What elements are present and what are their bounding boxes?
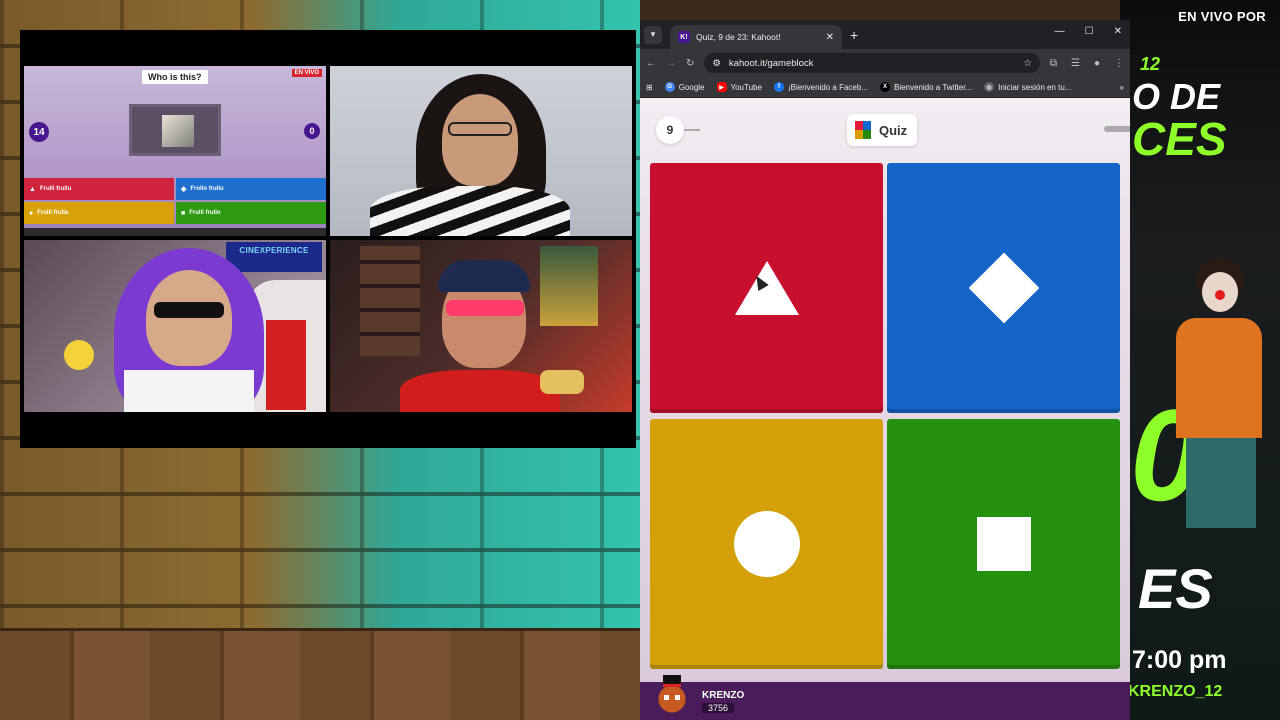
circle-icon	[733, 511, 800, 577]
bookmark-youtube[interactable]: ▶ YouTube	[716, 82, 762, 92]
triangle-icon	[734, 261, 799, 315]
answer-button-square[interactable]	[887, 419, 1120, 669]
tab-search-button[interactable]: ▾	[644, 25, 662, 44]
question-counter: 9	[656, 116, 684, 144]
bookmark-facebook[interactable]: f ¡Bienvenido a Faceb...	[773, 82, 868, 92]
maximize-button[interactable]: ☐	[1085, 26, 1094, 37]
answer-button-diamond[interactable]	[887, 163, 1120, 413]
globe-icon: ◎	[984, 82, 995, 92]
preview-tv-image	[129, 104, 221, 156]
bookmark-twitter[interactable]: X Bienvenido a Twitter...	[879, 82, 972, 92]
answer-grid	[650, 163, 1120, 671]
player-score: 3756	[702, 702, 735, 713]
youtube-icon: ▶	[716, 82, 727, 92]
poster-clown-image	[1162, 258, 1272, 558]
close-window-button[interactable]: ✕	[1114, 26, 1122, 37]
bookmark-login[interactable]: ◎ Iniciar sesión en tu...	[984, 82, 1071, 92]
back-button[interactable]: ←	[646, 58, 656, 69]
site-info-icon[interactable]: ⚙	[712, 58, 721, 69]
promo-poster: EN VIVO POR 12 O DE CES 0 ES 7:00 pm KRE…	[1120, 0, 1280, 720]
diamond-icon: ◆	[181, 186, 187, 193]
webcam-participant-3: CINEXPERIENCE	[24, 240, 326, 412]
circle-icon: ●	[29, 209, 34, 217]
menu-tab	[1104, 126, 1130, 132]
square-icon: ■	[181, 209, 186, 217]
webcam-participant-4	[330, 240, 632, 412]
x-icon: X	[879, 82, 890, 92]
url-text[interactable]: kahoot.it/gameblock	[729, 58, 1015, 69]
player-bar: KRENZO 3756	[640, 675, 1130, 720]
poster-handle: KRENZO_12	[1128, 683, 1223, 700]
wood-floor	[0, 628, 640, 720]
bookmark-star-icon[interactable]: ☆	[1023, 58, 1032, 69]
triangle-icon: ▲	[29, 185, 36, 193]
new-tab-button[interactable]: +	[850, 27, 858, 43]
preview-question: Who is this?	[142, 70, 208, 84]
minimize-button[interactable]: —	[1055, 26, 1065, 37]
player-name: KRENZO	[702, 689, 745, 701]
preview-answers: ▲ Frulli frullu ◆ Frollo frullu ● Frulli fr…	[24, 178, 326, 226]
poster-time: 7:00 pm	[1132, 646, 1227, 674]
preview-taskbar	[24, 228, 326, 236]
tab-kahoot[interactable]: K! Quiz, 9 de 23: Kahoot! ✕	[670, 25, 842, 49]
square-icon	[976, 517, 1031, 571]
preview-answer-count: 0	[304, 123, 320, 139]
poster-text: 12	[1140, 54, 1161, 74]
answer-button-circle[interactable]	[650, 419, 883, 669]
tab-title: Quiz, 9 de 23: Kahoot!	[696, 32, 781, 42]
player-avatar	[652, 675, 692, 717]
preview-live-badge: EN VIVO	[291, 69, 322, 77]
poster-text: ES	[1138, 557, 1213, 620]
bookmark-google[interactable]: G Google	[664, 82, 705, 92]
omnibox[interactable]: ⚙ kahoot.it/gameblock ☆	[704, 53, 1040, 73]
answer-button-triangle[interactable]	[650, 163, 883, 413]
extensions-icon[interactable]: ⧉	[1050, 58, 1057, 69]
preview-timer: 14	[29, 122, 49, 142]
cinexperience-sign: CINEXPERIENCE	[226, 242, 322, 272]
webcam-participant-2	[330, 66, 632, 236]
quiz-icon	[855, 121, 871, 139]
apps-grid-icon[interactable]: ⊞	[646, 83, 653, 92]
poster-heading: EN VIVO POR	[1178, 9, 1266, 24]
quiz-type-badge: Quiz	[847, 114, 918, 146]
video-call-frame: Who is this? EN VIVO 14 0 ▲ Frulli frullu…	[20, 30, 636, 448]
address-bar-row: ← → ↻ ⚙ kahoot.it/gameblock ☆ ⧉ ☰ ● ⋮	[640, 49, 1130, 77]
kahoot-gameblock: 9 Quiz KRENZO 3756	[640, 98, 1130, 720]
bookmarks-bar: ⊞ G Google ▶ YouTube f ¡Bienvenido a Fac…	[640, 77, 1130, 98]
quiz-label: Quiz	[879, 122, 908, 138]
close-tab-icon[interactable]: ✕	[826, 32, 834, 43]
preview-answer: ▲ Frulli frullu	[24, 178, 174, 200]
forward-button[interactable]: →	[666, 58, 676, 69]
kahoot-favicon: K!	[678, 31, 690, 43]
browser-window: ▾ K! Quiz, 9 de 23: Kahoot! ✕ + — ☐ ✕ ← …	[640, 20, 1130, 720]
game-header: 9 Quiz	[640, 98, 1130, 158]
preview-answer: ■ Frulli frullo	[176, 202, 326, 224]
preview-answer: ◆ Frollo frullu	[176, 178, 326, 200]
menu-icon[interactable]: ⋮	[1114, 58, 1124, 69]
google-icon: G	[664, 82, 675, 92]
chevron-down-icon: ▾	[650, 29, 656, 39]
profile-avatar[interactable]: ●	[1094, 58, 1100, 69]
preview-answer: ● Frulli frulla	[24, 202, 174, 224]
more-bookmarks-icon[interactable]: »	[1120, 83, 1124, 92]
reload-button[interactable]: ↻	[686, 58, 694, 69]
poster-text: CES	[1132, 113, 1227, 165]
facebook-icon: f	[773, 82, 784, 92]
progress-line	[684, 129, 700, 131]
diamond-icon	[968, 252, 1039, 324]
kahoot-preview-tile: Who is this? EN VIVO 14 0 ▲ Frulli frullu…	[24, 66, 326, 236]
tab-bar: ▾ K! Quiz, 9 de 23: Kahoot! ✕ + — ☐ ✕	[640, 20, 1130, 49]
media-icon[interactable]: ☰	[1071, 58, 1080, 69]
